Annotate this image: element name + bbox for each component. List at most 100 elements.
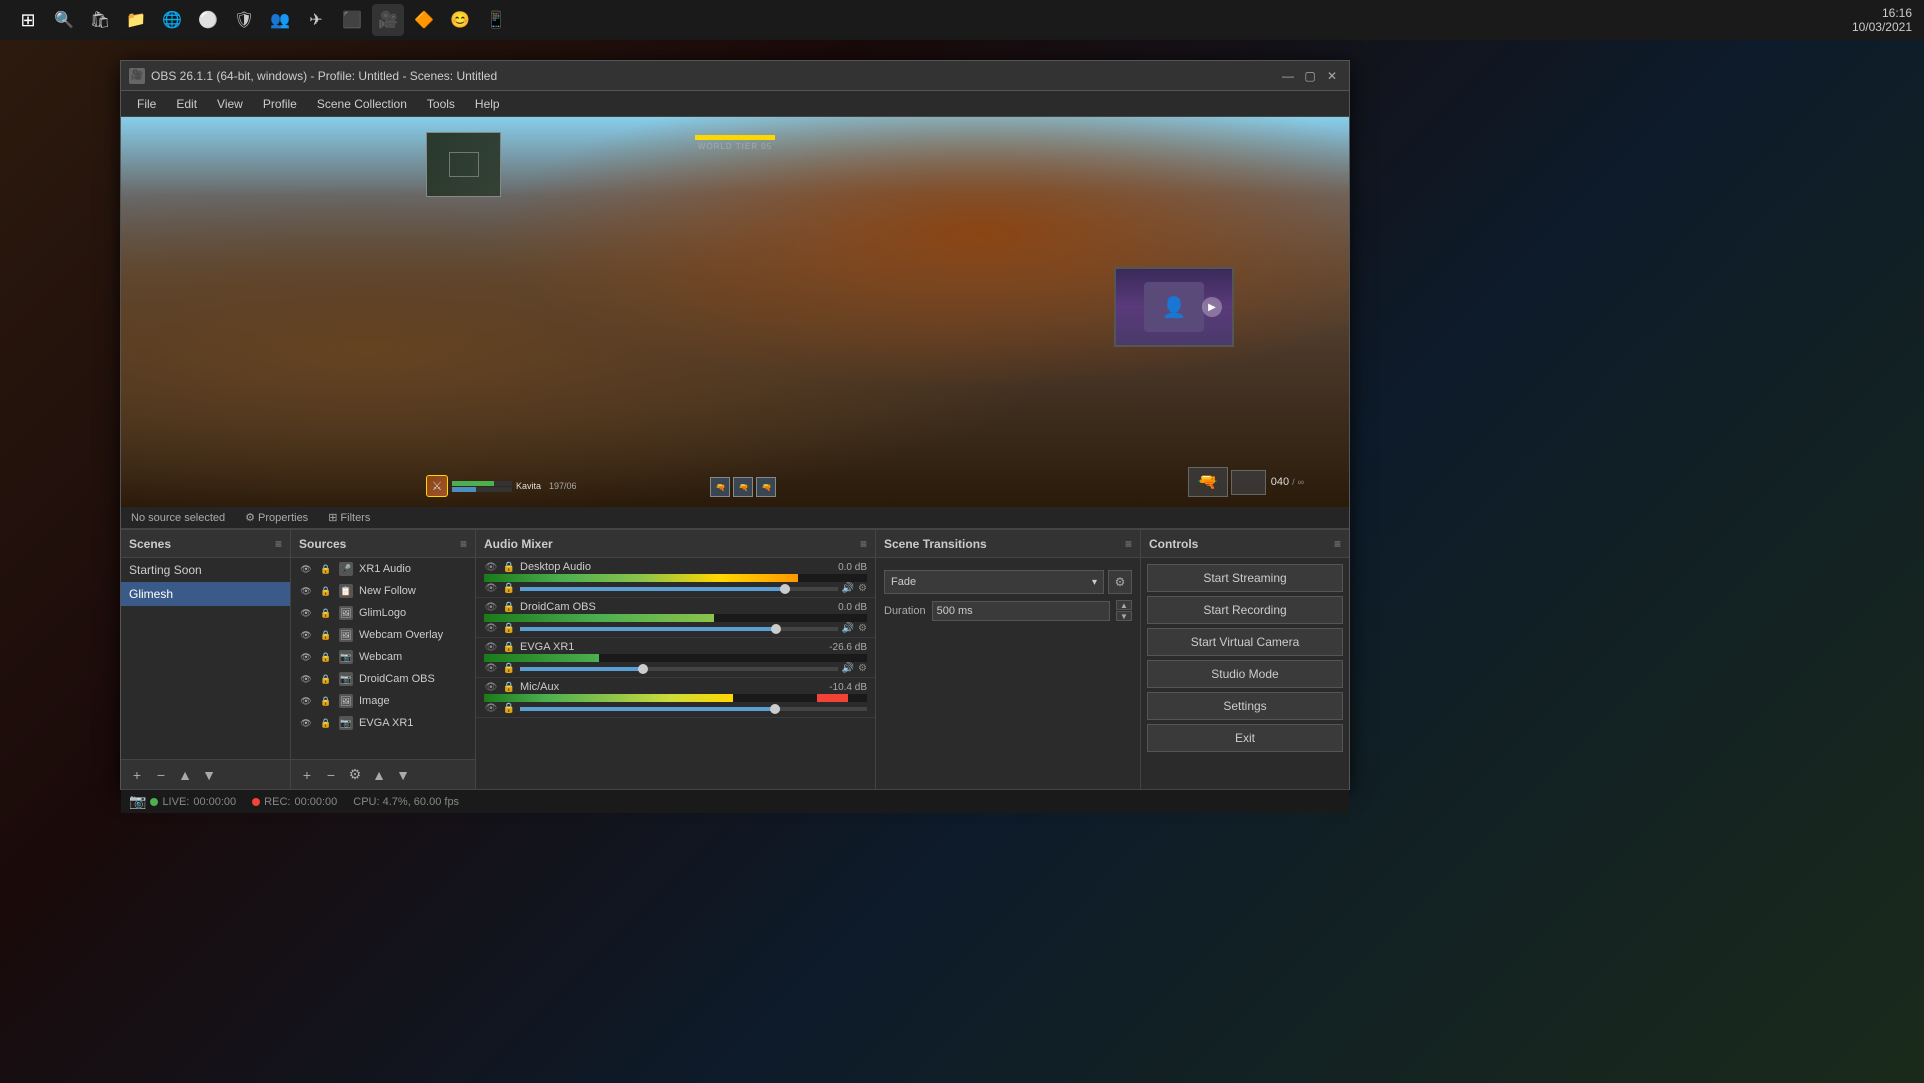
evga-vis-icon[interactable]: 👁 xyxy=(484,663,498,674)
droidcam-visibility[interactable]: 👁 xyxy=(299,672,313,686)
exit-button[interactable]: Exit xyxy=(1147,724,1343,752)
start-virtual-camera-button[interactable]: Start Virtual Camera xyxy=(1147,628,1343,656)
menu-scene-collection[interactable]: Scene Collection xyxy=(309,95,415,113)
sources-move-up-button[interactable]: ▲ xyxy=(369,765,389,785)
desktop-audio-visibility[interactable]: 👁 xyxy=(484,562,498,573)
sources-remove-button[interactable]: − xyxy=(321,765,341,785)
desktop-audio-lock[interactable]: 🔒 xyxy=(502,562,516,573)
maximize-button[interactable]: ▢ xyxy=(1301,67,1319,85)
webcam-overlay-lock[interactable]: 🔒 xyxy=(319,628,333,642)
edge-icon[interactable]: 🌐 xyxy=(156,4,188,36)
glimlogo-lock[interactable]: 🔒 xyxy=(319,606,333,620)
start-streaming-button[interactable]: Start Streaming xyxy=(1147,564,1343,592)
mic-audio-visibility[interactable]: 👁 xyxy=(484,682,498,693)
desktop-audio-vis-icon[interactable]: 👁 xyxy=(484,583,498,594)
source-item-glimlogo[interactable]: 👁 🔒 🖼 GlimLogo xyxy=(291,602,475,624)
xr1-audio-lock[interactable]: 🔒 xyxy=(319,562,333,576)
new-follow-visibility[interactable]: 👁 xyxy=(299,584,313,598)
teams-icon[interactable]: 👥 xyxy=(264,4,296,36)
source-item-webcam[interactable]: 👁 🔒 📷 Webcam xyxy=(291,646,475,668)
desktop-audio-slider[interactable] xyxy=(520,587,838,591)
transition-dropdown[interactable]: Fade ▾ xyxy=(884,570,1104,594)
desktop-audio-lock-icon[interactable]: 🔒 xyxy=(502,583,516,594)
sources-collapse-button[interactable]: ≡ xyxy=(460,537,467,551)
menu-profile[interactable]: Profile xyxy=(255,95,305,113)
source-item-webcam-overlay[interactable]: 👁 🔒 🖼 Webcam Overlay xyxy=(291,624,475,646)
mic-audio-knob[interactable] xyxy=(770,704,780,714)
search-icon[interactable]: 🔍 xyxy=(48,4,80,36)
webcam-overlay-visibility[interactable]: 👁 xyxy=(299,628,313,642)
studio-mode-button[interactable]: Studio Mode xyxy=(1147,660,1343,688)
image-visibility[interactable]: 👁 xyxy=(299,694,313,708)
menu-file[interactable]: File xyxy=(129,95,164,113)
evga-audio-slider[interactable] xyxy=(520,667,838,671)
chrome-icon[interactable]: ⚪ xyxy=(192,4,224,36)
app1-icon[interactable]: 😊 xyxy=(444,4,476,36)
telegram-icon[interactable]: ✈ xyxy=(300,4,332,36)
image-lock[interactable]: 🔒 xyxy=(319,694,333,708)
evga-xr1-lock[interactable]: 🔒 xyxy=(319,716,333,730)
audio-mixer-collapse[interactable]: ≡ xyxy=(860,537,867,551)
close-button[interactable]: ✕ xyxy=(1323,67,1341,85)
mic-vis-icon[interactable]: 👁 xyxy=(484,703,498,714)
source-item-new-follow[interactable]: 👁 🔒 📋 New Follow xyxy=(291,580,475,602)
glimlogo-visibility[interactable]: 👁 xyxy=(299,606,313,620)
defender-icon[interactable]: 🛡 xyxy=(228,4,260,36)
xr1-audio-visibility[interactable]: 👁 xyxy=(299,562,313,576)
minimize-button[interactable]: — xyxy=(1279,67,1297,85)
evga-audio-settings[interactable]: ⚙ xyxy=(858,663,867,674)
evga-audio-mute[interactable]: 🔊 xyxy=(842,663,854,674)
evga-xr1-visibility[interactable]: 👁 xyxy=(299,716,313,730)
duration-down-arrow[interactable]: ▼ xyxy=(1116,611,1132,621)
droidcam-audio-lock[interactable]: 🔒 xyxy=(502,602,516,613)
properties-button[interactable]: ⚙ Properties xyxy=(245,511,308,524)
source-item-droidcam[interactable]: 👁 🔒 📷 DroidCam OBS xyxy=(291,668,475,690)
scenes-collapse-button[interactable]: ≡ xyxy=(275,537,282,551)
source-item-evga-xr1[interactable]: 👁 🔒 📷 EVGA XR1 xyxy=(291,712,475,734)
mic-lock-icon[interactable]: 🔒 xyxy=(502,703,516,714)
sources-move-down-button[interactable]: ▼ xyxy=(393,765,413,785)
evga-lock-icon[interactable]: 🔒 xyxy=(502,663,516,674)
new-follow-lock[interactable]: 🔒 xyxy=(319,584,333,598)
start-button[interactable]: ⊞ xyxy=(8,0,48,40)
desktop-audio-knob[interactable] xyxy=(780,584,790,594)
droidcam-vis-icon[interactable]: 👁 xyxy=(484,623,498,634)
webcam-lock[interactable]: 🔒 xyxy=(319,650,333,664)
droidcam-lock[interactable]: 🔒 xyxy=(319,672,333,686)
scene-item-starting-soon[interactable]: Starting Soon xyxy=(121,558,290,582)
droidcam-audio-slider[interactable] xyxy=(520,627,838,631)
store-icon[interactable]: 🛍 xyxy=(84,4,116,36)
desktop-audio-settings[interactable]: ⚙ xyxy=(858,583,867,594)
obs-icon[interactable]: 🎥 xyxy=(372,4,404,36)
app2-icon[interactable]: 📱 xyxy=(480,4,512,36)
controls-collapse[interactable]: ≡ xyxy=(1334,537,1341,551)
droidcam-lock-icon[interactable]: 🔒 xyxy=(502,623,516,634)
menu-edit[interactable]: Edit xyxy=(168,95,205,113)
scenes-move-down-button[interactable]: ▼ xyxy=(199,765,219,785)
menu-view[interactable]: View xyxy=(209,95,251,113)
webcam-visibility[interactable]: 👁 xyxy=(299,650,313,664)
sources-settings-button[interactable]: ⚙ xyxy=(345,765,365,785)
evga-audio-visibility[interactable]: 👁 xyxy=(484,642,498,653)
desktop-audio-mute[interactable]: 🔊 xyxy=(842,583,854,594)
sources-add-button[interactable]: + xyxy=(297,765,317,785)
terminal-icon[interactable]: ⬛ xyxy=(336,4,368,36)
transition-settings-button[interactable]: ⚙ xyxy=(1108,570,1132,594)
vlc-icon[interactable]: 🔶 xyxy=(408,4,440,36)
scene-item-glimesh[interactable]: Glimesh xyxy=(121,582,290,606)
duration-up-arrow[interactable]: ▲ xyxy=(1116,600,1132,610)
duration-input[interactable]: 500 ms xyxy=(932,601,1110,621)
start-recording-button[interactable]: Start Recording xyxy=(1147,596,1343,624)
droidcam-audio-visibility[interactable]: 👁 xyxy=(484,602,498,613)
droidcam-audio-knob[interactable] xyxy=(771,624,781,634)
menu-help[interactable]: Help xyxy=(467,95,508,113)
droidcam-audio-mute[interactable]: 🔊 xyxy=(842,623,854,634)
droidcam-audio-settings[interactable]: ⚙ xyxy=(858,623,867,634)
evga-audio-lock[interactable]: 🔒 xyxy=(502,642,516,653)
evga-audio-knob[interactable] xyxy=(638,664,648,674)
transitions-collapse[interactable]: ≡ xyxy=(1125,537,1132,551)
menu-tools[interactable]: Tools xyxy=(419,95,463,113)
scenes-add-button[interactable]: + xyxy=(127,765,147,785)
scenes-move-up-button[interactable]: ▲ xyxy=(175,765,195,785)
filters-button[interactable]: ⊞ Filters xyxy=(328,511,370,524)
